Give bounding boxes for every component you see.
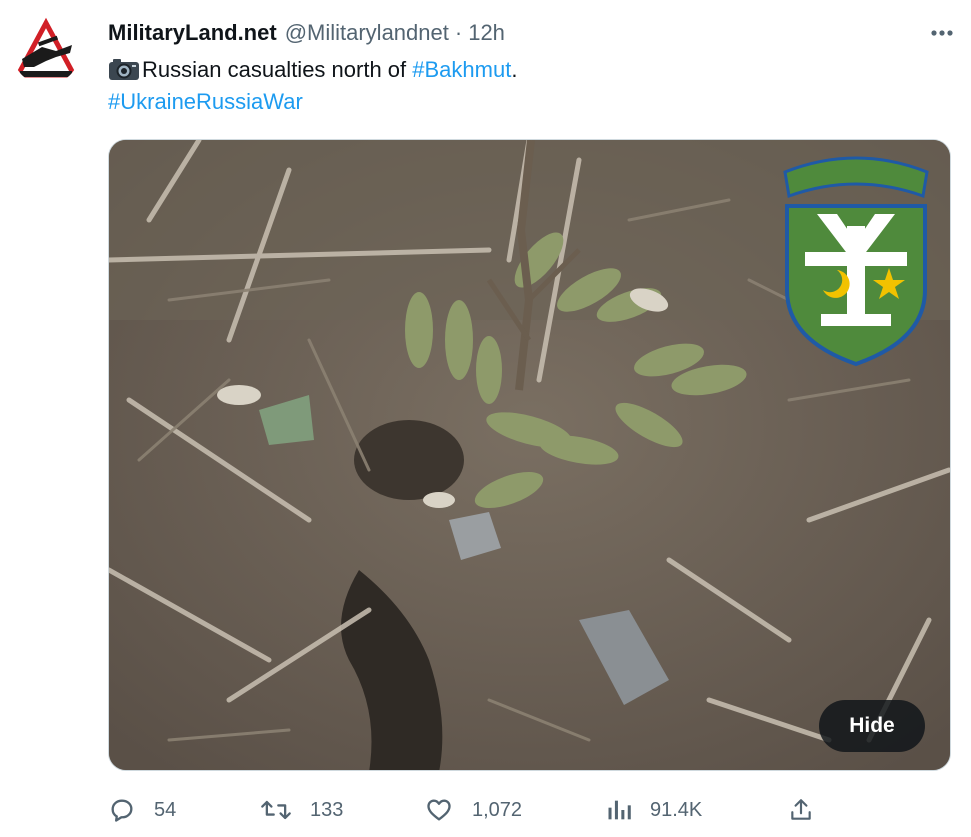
heart-icon	[427, 799, 451, 821]
share-icon	[791, 799, 811, 820]
avatar[interactable]	[12, 17, 80, 85]
repost-button[interactable]: 133	[260, 796, 343, 824]
tweet-text: Russian casualties north of #Bakhmut. #U…	[108, 54, 517, 118]
tweet-actions-bar: 54 133 1,072 91.4K	[108, 790, 828, 830]
tweet-text-line-1: Russian casualties north of #Bakhmut.	[108, 54, 517, 86]
militaryland-logo-icon	[12, 17, 80, 85]
camera-emoji-icon	[109, 59, 139, 80]
display-name[interactable]: MilitaryLand.net	[108, 20, 277, 46]
tweet-text-line-2: #UkraineRussiaWar	[108, 86, 517, 118]
timestamp[interactable]: 12h	[468, 20, 505, 46]
repost-icon	[261, 800, 291, 820]
tweet-media-image[interactable]: Hide	[108, 139, 951, 771]
share-button[interactable]	[788, 796, 814, 824]
views-chart-icon	[608, 800, 631, 820]
hashtag-ukrainerussiawar-link[interactable]: #UkraineRussiaWar	[108, 89, 303, 114]
tweet-header: MilitaryLand.net @Militarylandnet · 12h	[108, 19, 505, 47]
repost-count: 133	[310, 798, 344, 821]
brigade-emblem-icon	[783, 156, 929, 367]
more-options-button[interactable]	[927, 20, 957, 46]
tweet-text-period: .	[511, 57, 518, 82]
like-count: 1,072	[472, 798, 523, 821]
views-button[interactable]: 91.4K	[606, 796, 702, 824]
more-dots-icon	[931, 30, 953, 36]
views-count: 91.4K	[650, 798, 703, 821]
tweet-text-part: Russian casualties north of	[142, 57, 413, 82]
hide-media-button[interactable]: Hide	[819, 700, 925, 752]
user-handle[interactable]: @Militarylandnet	[285, 20, 449, 46]
tweet: MilitaryLand.net @Militarylandnet · 12h …	[0, 0, 971, 837]
reply-icon	[111, 799, 133, 822]
like-button[interactable]: 1,072	[424, 796, 522, 824]
reply-button[interactable]: 54	[108, 796, 176, 824]
separator-dot: ·	[454, 20, 463, 45]
reply-count: 54	[154, 798, 177, 821]
hashtag-bakhmut-link[interactable]: #Bakhmut	[412, 57, 511, 82]
